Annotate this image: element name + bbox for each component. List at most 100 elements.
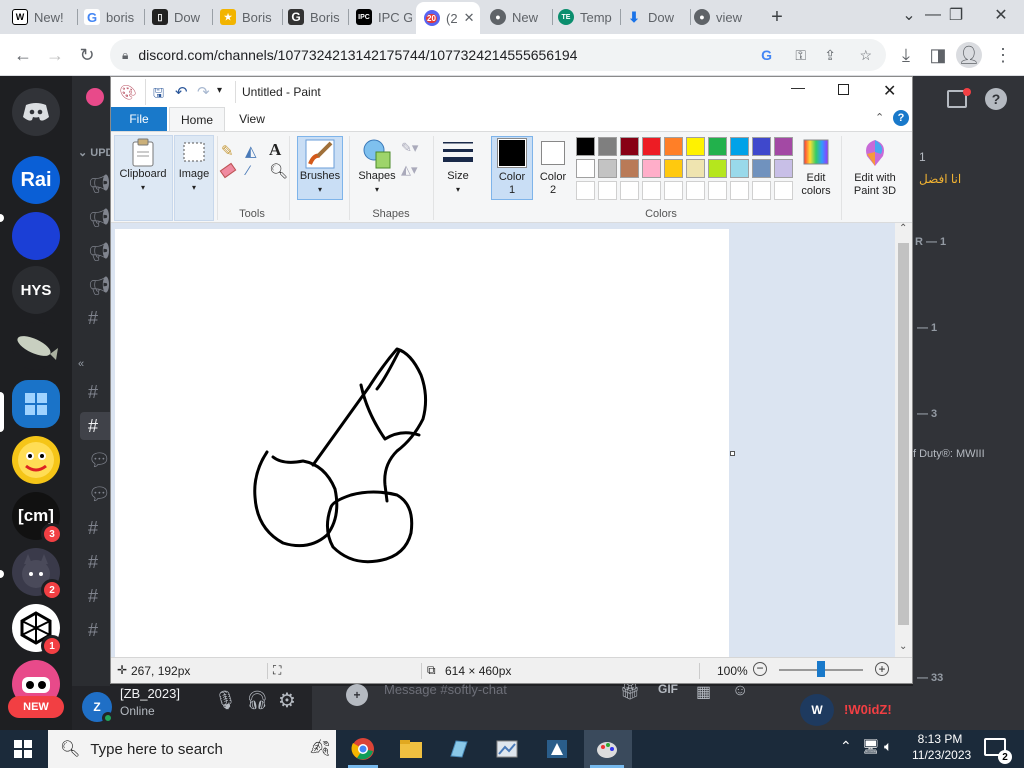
new-badge[interactable]: NEW (8, 696, 64, 718)
forum-icon[interactable]: 💬︎ (88, 450, 111, 471)
zoom-out-button[interactable]: − (753, 662, 767, 676)
fill-icon[interactable]: ◭ (245, 142, 257, 160)
announcement-icon[interactable]: 📢︎ (88, 208, 111, 229)
redo-icon[interactable]: ↷ (197, 83, 210, 101)
server-cartoon[interactable] (12, 436, 60, 484)
downloads-icon[interactable]: ⤓ (893, 42, 919, 68)
server-fish[interactable] (12, 322, 60, 370)
color-swatch[interactable] (664, 137, 683, 156)
magnifier-icon[interactable]: 🔍︎ (269, 162, 288, 180)
quick-access-dropdown-icon[interactable]: ▾ (217, 85, 222, 96)
server-rai[interactable]: Rai (12, 156, 60, 204)
shapes-button[interactable]: Shapes ▾ (355, 138, 399, 196)
zoom-in-button[interactable]: + (875, 662, 889, 676)
clock[interactable]: 8:13 PM 11/23/2023 (912, 732, 971, 762)
google-lens-icon[interactable]: G (761, 47, 772, 63)
scroll-up-icon[interactable]: ⌃ (899, 223, 907, 234)
network-icon[interactable]: 🖥︎ (862, 738, 880, 755)
close-window-button[interactable]: ✕ (978, 0, 1024, 30)
volume-muted-icon[interactable]: 🔈︎ (884, 738, 892, 755)
minimize-button[interactable]: — (791, 79, 805, 95)
headphones-icon[interactable]: 🎧︎ (246, 690, 269, 711)
close-button[interactable]: ✕ (883, 81, 896, 101)
color-swatch[interactable] (752, 159, 771, 178)
color-swatch[interactable] (620, 181, 639, 200)
browser-tab[interactable]: G Boris (288, 4, 344, 30)
hashtag-icon[interactable]: # (88, 308, 98, 329)
profile-avatar[interactable]: 👤︎ (956, 42, 982, 68)
announcement-icon[interactable]: 📢︎ (88, 276, 111, 297)
color-swatch[interactable] (642, 137, 661, 156)
help-icon[interactable]: ? (985, 88, 1007, 110)
color-picker-icon[interactable]: ⁄ (247, 162, 249, 178)
kebab-menu-icon[interactable]: ⋮ (990, 42, 1016, 68)
color-swatch[interactable] (730, 181, 749, 200)
zoom-slider-thumb[interactable] (817, 661, 825, 677)
color-swatch[interactable] (598, 181, 617, 200)
browser-tab[interactable]: TE Temp (558, 4, 616, 30)
color-swatch[interactable] (730, 137, 749, 156)
color-swatch[interactable] (708, 181, 727, 200)
gift-icon[interactable]: 🎁︎ (620, 682, 640, 702)
pencil-icon[interactable]: ✎ (221, 142, 234, 160)
announcement-icon[interactable]: 📢︎ (88, 174, 111, 195)
message-input[interactable]: Message #softly-chat (384, 682, 507, 697)
drawing-canvas[interactable] (115, 229, 729, 657)
discord-home-icon[interactable] (12, 88, 60, 136)
forward-button[interactable]: → (42, 42, 68, 68)
clipboard-button[interactable]: Clipboard ▾ (117, 138, 169, 194)
announcement-icon[interactable]: 📢︎ (88, 242, 111, 263)
browser-tab[interactable]: ★ Boris (220, 4, 278, 30)
paint-taskbar-icon[interactable] (590, 734, 624, 764)
maximize-button[interactable] (838, 84, 849, 95)
browser-tab-active[interactable]: 20 (2 ✕ (416, 2, 480, 34)
reload-button[interactable]: ↻ (74, 42, 100, 68)
category-collapse-icon[interactable]: « (78, 358, 84, 370)
hashtag-icon[interactable]: # (88, 620, 98, 641)
mic-muted-icon[interactable]: 🎙︎ (214, 690, 237, 711)
color-swatch[interactable] (664, 159, 683, 178)
image-button[interactable]: Image ▾ (175, 138, 213, 194)
text-tool-icon[interactable]: A (269, 140, 281, 160)
color-swatch[interactable] (708, 159, 727, 178)
browser-tab[interactable]: IPC IPC G (356, 4, 412, 30)
color1-button[interactable]: Color 1 (491, 138, 533, 197)
color-swatch[interactable] (752, 181, 771, 200)
hashtag-icon[interactable]: # (88, 586, 98, 607)
color-swatch[interactable] (708, 137, 727, 156)
edit-with-paint3d-button[interactable]: Edit with Paint 3D (845, 138, 905, 198)
show-hidden-icons[interactable]: ⌃ (840, 738, 852, 755)
file-explorer-icon[interactable] (394, 734, 428, 764)
forum-icon[interactable]: 💬︎ (88, 484, 111, 505)
taskbar-search[interactable]: 🔍︎ Type here to search 🍂︎ (48, 730, 336, 768)
color-swatch[interactable] (620, 137, 639, 156)
color-swatch[interactable] (774, 181, 793, 200)
key-icon[interactable]: ⚿ (795, 47, 806, 64)
help-icon[interactable]: ? (893, 110, 909, 126)
back-button[interactable]: ← (10, 42, 36, 68)
server-blue[interactable] (12, 212, 60, 260)
color-swatch[interactable] (620, 159, 639, 178)
color-swatch[interactable] (730, 159, 749, 178)
color-swatch[interactable] (686, 181, 705, 200)
save-icon[interactable]: 🖫︎ (153, 84, 164, 106)
member-name[interactable]: !W0idZ! (844, 702, 892, 717)
color-swatch[interactable] (642, 159, 661, 178)
server-windows[interactable] (12, 380, 60, 428)
file-tab[interactable]: File (111, 107, 167, 131)
browser-tab[interactable]: ⬇ Dow (626, 4, 686, 30)
browser-tab[interactable]: G boris (84, 4, 140, 30)
brushes-button[interactable]: Brushes ▾ (297, 138, 343, 196)
color-swatch[interactable] (598, 159, 617, 178)
color-swatch[interactable] (686, 137, 705, 156)
new-tab-button[interactable]: + (764, 4, 790, 30)
side-panel-icon[interactable]: ◨ (925, 42, 951, 68)
undo-icon[interactable]: ↶ (175, 83, 188, 101)
color-swatch[interactable] (752, 137, 771, 156)
eraser-icon[interactable] (219, 162, 237, 179)
hashtag-icon[interactable]: # (88, 382, 98, 403)
shape-fill-icon[interactable]: ◭▾ (401, 162, 418, 178)
video-editor-icon[interactable] (540, 734, 574, 764)
image-viewer-icon[interactable] (490, 734, 524, 764)
view-tab[interactable]: View (229, 107, 275, 131)
